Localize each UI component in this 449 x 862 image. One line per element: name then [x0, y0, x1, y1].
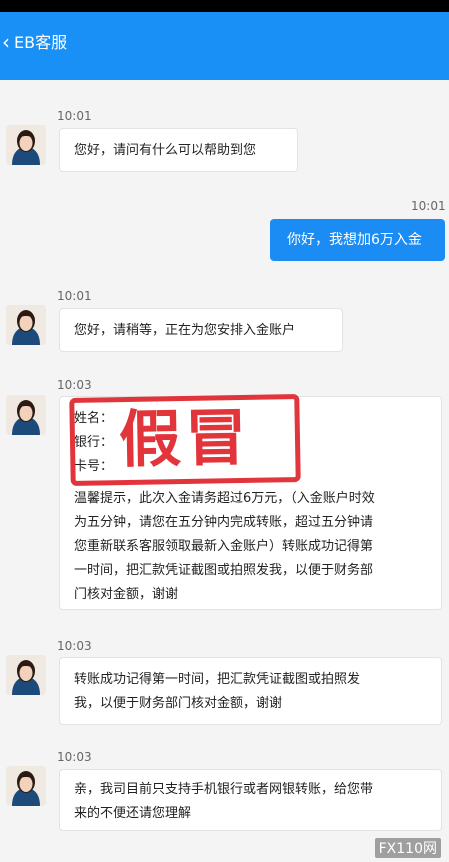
- message-text: 您好，请问有什么可以帮助到您: [74, 143, 257, 158]
- avatar: [6, 305, 46, 345]
- message-line: 来的不便还请您理解: [74, 806, 192, 821]
- message-time: 10:03: [57, 378, 92, 392]
- message-bubble: 您好，请稍等，正在为您安排入金账户: [59, 308, 343, 352]
- message-time: 10:01: [411, 199, 446, 213]
- message-line: 为五分钟，请您在五分钟内完成转账，超过五分钟请: [74, 515, 374, 530]
- avatar: [6, 125, 46, 165]
- message-line: 您重新联系客服领取最新入金账户）转账成功记得第: [74, 539, 374, 554]
- chat-header: ‹ EB客服: [0, 12, 449, 80]
- chat-title: EB客服: [14, 33, 68, 52]
- message-line: 我，以便于财务部门核对金额，谢谢: [74, 696, 283, 711]
- message-line: 温馨提示，此次入金请务超过6万元，（入金账户时效: [74, 491, 375, 506]
- message-text: 你好，我想加6万入金: [287, 232, 422, 248]
- message-time: 10:01: [57, 289, 92, 303]
- message-bubble-self: 你好，我想加6万入金: [270, 219, 445, 261]
- message-line: 转账成功记得第一时间，把汇款凭证截图或拍照发: [74, 672, 361, 687]
- message-bubble: 您好，请问有什么可以帮助到您: [59, 128, 298, 172]
- message-text: 您好，请稍等，正在为您安排入金账户: [74, 323, 296, 338]
- message-line: 门核对金额，谢谢: [74, 587, 179, 602]
- avatar: [6, 766, 46, 806]
- message-bubble: 转账成功记得第一时间，把汇款凭证截图或拍照发 我，以便于财务部门核对金额，谢谢: [59, 657, 442, 725]
- fake-stamp: 假冒: [69, 393, 301, 487]
- message-bubble: 亲，我司目前只支持手机银行或者网银转账，给您带 来的不便还请您理解: [59, 769, 442, 831]
- avatar: [6, 395, 46, 435]
- message-line: 一时间，把汇款凭证截图或拍照发我，以便于财务部: [74, 563, 374, 578]
- message-time: 10:03: [57, 639, 92, 653]
- message-line: 亲，我司目前只支持手机银行或者网银转账，给您带: [74, 782, 374, 797]
- status-bar: [0, 0, 449, 12]
- avatar: [6, 655, 46, 695]
- message-time: 10:03: [57, 750, 92, 764]
- chevron-left-icon[interactable]: ‹: [2, 30, 10, 54]
- watermark-logo: FX110网: [374, 838, 441, 858]
- message-time: 10:01: [57, 109, 92, 123]
